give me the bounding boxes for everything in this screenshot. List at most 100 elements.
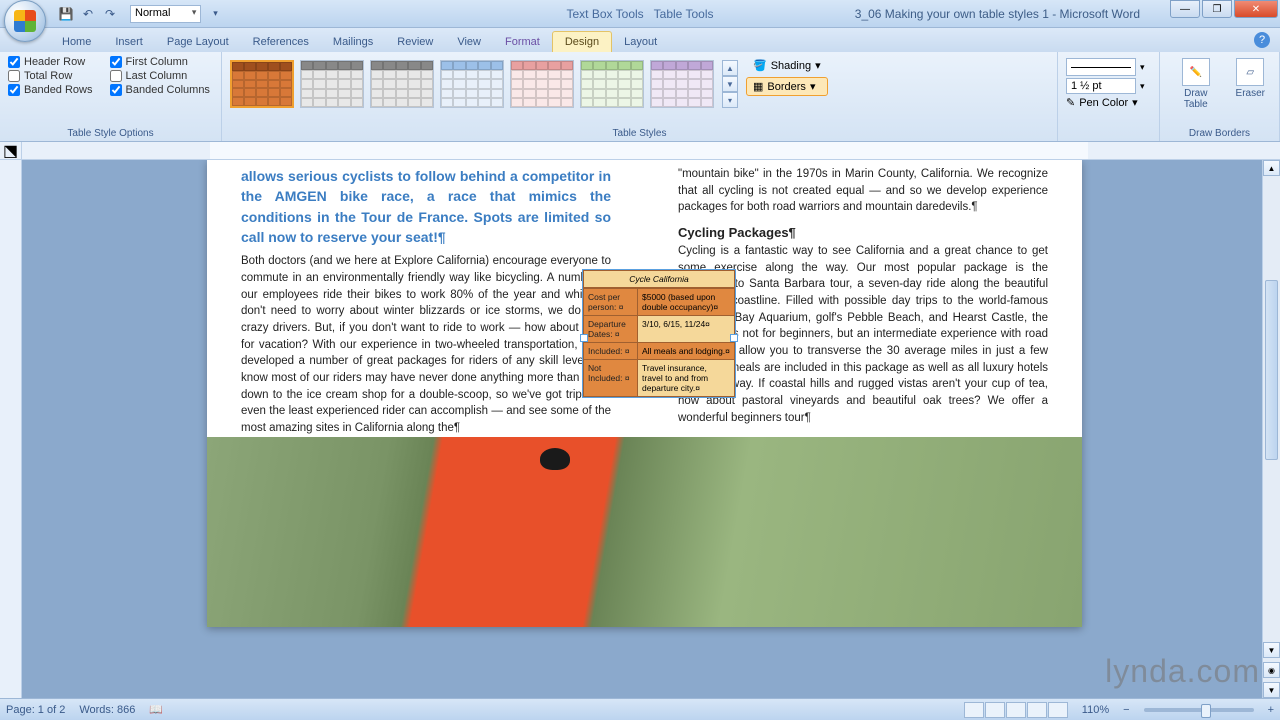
next-page-icon[interactable]: ▼ — [1263, 682, 1280, 698]
undo-icon[interactable]: ↶ — [80, 6, 96, 22]
eraser-icon: ▱ — [1236, 58, 1264, 86]
table-styles-gallery: ▲ ▼ ▾ — [230, 56, 738, 108]
help-icon[interactable]: ? — [1254, 32, 1270, 48]
tab-insert[interactable]: Insert — [103, 32, 155, 52]
group-label-table-styles: Table Styles — [222, 128, 1057, 139]
view-print-layout[interactable] — [964, 702, 984, 718]
scroll-thumb[interactable] — [1265, 280, 1278, 460]
window-buttons: — ❐ ✕ — [1168, 0, 1278, 18]
shading-label: Shading — [771, 60, 811, 72]
tab-home[interactable]: Home — [50, 32, 103, 52]
redo-icon[interactable]: ↷ — [102, 6, 118, 22]
maximize-button[interactable]: ❐ — [1202, 0, 1232, 18]
zoom-slider[interactable] — [1144, 708, 1254, 712]
shading-button[interactable]: 🪣Shading ▾ — [746, 56, 828, 75]
prev-page-icon[interactable]: ◉ — [1263, 662, 1280, 678]
tab-layout[interactable]: Layout — [612, 32, 669, 52]
group-pen: ▾ 1 ½ pt▾ ✎Pen Color ▾ — [1058, 52, 1160, 141]
col2-top-text: "mountain bike" in the 1970s in Marin Co… — [678, 166, 1048, 216]
column-left: allows serious cyclists to follow behind… — [241, 166, 611, 437]
group-draw-borders: ✏️ Draw Table ▱ Eraser Draw Borders — [1160, 52, 1280, 141]
ruler-corner[interactable]: ⬔ — [0, 142, 22, 159]
pen-color-icon[interactable]: ✎ — [1066, 96, 1075, 109]
gallery-up-icon[interactable]: ▲ — [722, 60, 738, 76]
view-buttons — [964, 702, 1068, 718]
watermark: lynda.com — [1105, 653, 1260, 690]
view-web-layout[interactable] — [1006, 702, 1026, 718]
line-style-dropdown[interactable] — [1066, 58, 1136, 76]
label-first-column: First Column — [126, 56, 188, 68]
style-thumb-2[interactable] — [300, 60, 364, 108]
style-thumb-6[interactable] — [580, 60, 644, 108]
table-cell-label: Not Included: ¤ — [584, 360, 638, 396]
vertical-scrollbar[interactable]: ▲ ▼ ◉ ▼ — [1262, 160, 1280, 698]
view-draft[interactable] — [1048, 702, 1068, 718]
view-outline[interactable] — [1027, 702, 1047, 718]
style-thumb-7[interactable] — [650, 60, 714, 108]
close-button[interactable]: ✕ — [1234, 0, 1278, 18]
embedded-table[interactable]: Cycle California Cost per person: ¤ $500… — [583, 270, 735, 397]
minimize-button[interactable]: — — [1170, 0, 1200, 18]
save-icon[interactable]: 💾 — [58, 6, 74, 22]
table-cell-label: Departure Dates: ¤ — [584, 316, 638, 342]
table-cell-value: Travel insurance, travel to and from dep… — [638, 360, 734, 396]
col1-body-text: Both doctors (and we here at Explore Cal… — [241, 253, 611, 436]
table-tools-label: Table Tools — [654, 7, 714, 21]
check-banded-columns[interactable]: Banded Columns — [110, 84, 213, 96]
check-banded-rows[interactable]: Banded Rows — [8, 84, 96, 96]
scroll-up-icon[interactable]: ▲ — [1263, 160, 1280, 176]
label-last-column: Last Column — [126, 70, 188, 82]
view-full-screen[interactable] — [985, 702, 1005, 718]
label-banded-columns: Banded Columns — [126, 84, 210, 96]
document-title: 3_06 Making your own table styles 1 - Mi… — [855, 7, 1140, 21]
qat-more-icon[interactable]: ▾ — [207, 6, 223, 22]
check-header-row[interactable]: Header Row — [8, 56, 96, 68]
document-page[interactable]: allows serious cyclists to follow behind… — [207, 160, 1082, 627]
table-title: Cycle California — [584, 271, 734, 288]
group-table-style-options: Header Row First Column Total Row Last C… — [0, 52, 222, 141]
quick-access-toolbar: 💾 ↶ ↷ Normal ▾ — [52, 0, 229, 27]
style-thumb-3[interactable] — [370, 60, 434, 108]
status-words[interactable]: Words: 866 — [79, 704, 135, 716]
group-label-draw-borders: Draw Borders — [1160, 128, 1279, 139]
check-first-column[interactable]: First Column — [110, 56, 213, 68]
tab-references[interactable]: References — [241, 32, 321, 52]
gallery-down-icon[interactable]: ▼ — [722, 76, 738, 92]
vertical-ruler[interactable] — [0, 160, 22, 698]
scroll-down-icon[interactable]: ▼ — [1263, 642, 1280, 658]
tab-page-layout[interactable]: Page Layout — [155, 32, 241, 52]
style-thumb-5[interactable] — [510, 60, 574, 108]
tab-view[interactable]: View — [445, 32, 493, 52]
zoom-level[interactable]: 110% — [1082, 704, 1109, 716]
tab-design[interactable]: Design — [552, 31, 612, 52]
group-table-styles: ▲ ▼ ▾ 🪣Shading ▾ ▦Borders ▾ Table Styles — [222, 52, 1058, 141]
tab-format[interactable]: Format — [493, 32, 552, 52]
tab-mailings[interactable]: Mailings — [321, 32, 385, 52]
tab-review[interactable]: Review — [385, 32, 445, 52]
style-thumb-4[interactable] — [440, 60, 504, 108]
check-last-column[interactable]: Last Column — [110, 70, 213, 82]
zoom-out-icon[interactable]: − — [1123, 704, 1129, 716]
table-cell-label: Cost per person: ¤ — [584, 289, 638, 315]
zoom-in-icon[interactable]: + — [1268, 704, 1274, 716]
style-thumb-1[interactable] — [230, 60, 294, 108]
office-button[interactable] — [4, 0, 46, 42]
eraser-button[interactable]: ▱ Eraser — [1230, 56, 1271, 139]
group-label-tso: Table Style Options — [0, 128, 221, 139]
style-selector[interactable]: Normal — [130, 5, 201, 23]
status-page[interactable]: Page: 1 of 2 — [6, 704, 65, 716]
horizontal-ruler[interactable] — [210, 142, 1088, 159]
gallery-more-icon[interactable]: ▾ — [722, 92, 738, 108]
pen-color-label: Pen Color — [1079, 97, 1128, 109]
check-total-row[interactable]: Total Row — [8, 70, 96, 82]
borders-button[interactable]: ▦Borders ▾ — [746, 77, 828, 96]
proofing-icon[interactable]: 📖 — [149, 703, 163, 716]
title-context-tools: Text Box Tools Table Tools — [567, 7, 714, 21]
document-area: allows serious cyclists to follow behind… — [0, 160, 1262, 698]
pencil-table-icon: ✏️ — [1182, 58, 1210, 86]
draw-table-button[interactable]: ✏️ Draw Table — [1168, 56, 1224, 139]
cyclist-photo — [207, 437, 1082, 627]
table-cell-label: Included: ¤ — [584, 343, 638, 359]
line-weight-dropdown[interactable]: 1 ½ pt — [1066, 78, 1136, 94]
table-row: Cost per person: ¤ $5000 (based upon dou… — [584, 288, 734, 315]
